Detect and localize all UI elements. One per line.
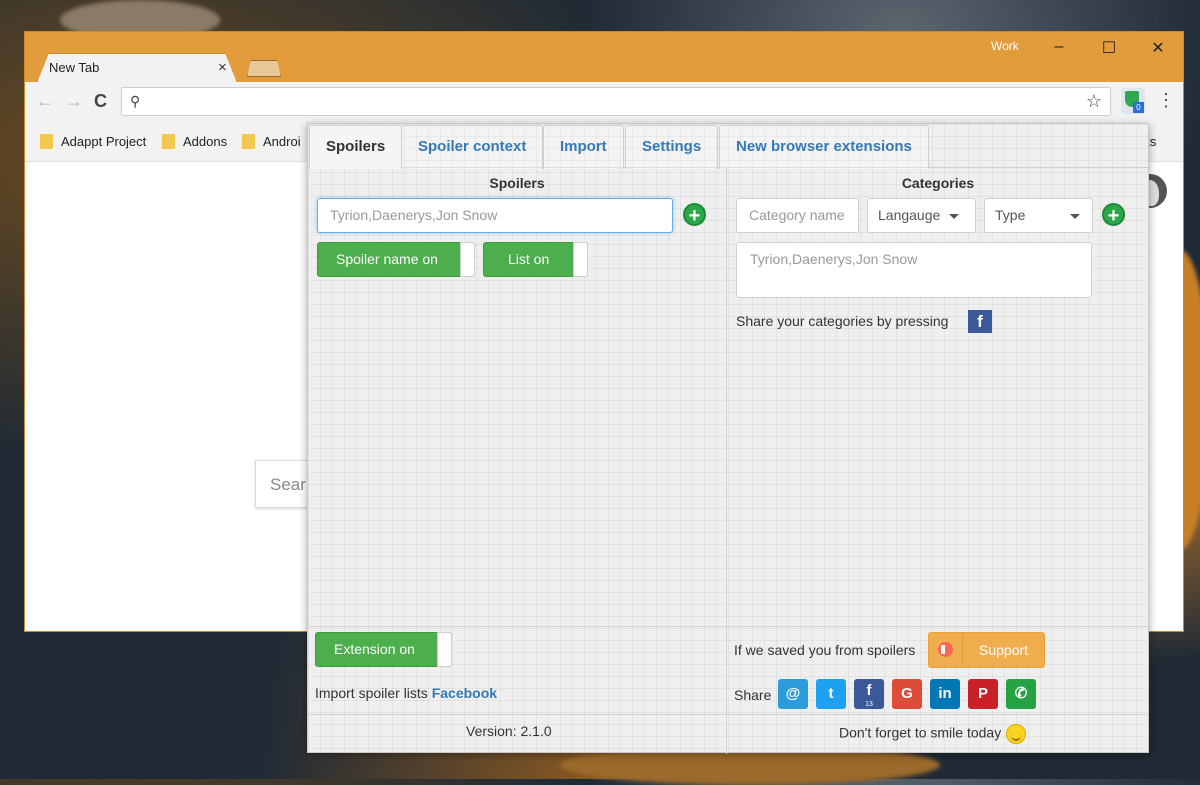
support-button[interactable]: Support	[928, 632, 1045, 668]
search-icon: ⚲	[130, 93, 141, 109]
chevron-down-icon	[1070, 214, 1080, 219]
smile-text: Don't forget to smile today	[839, 724, 1002, 741]
minimize-button[interactable]: –	[1044, 38, 1074, 56]
twitter-icon[interactable]: t	[816, 679, 846, 709]
smile-line: Don't forget to smile today	[839, 724, 1027, 744]
tab-import[interactable]: Import	[543, 125, 624, 169]
facebook-icon[interactable]: f 13	[854, 679, 884, 709]
import-lists-line: Import spoiler lists Facebook	[315, 685, 497, 701]
facebook-share-icon[interactable]: f	[968, 310, 992, 333]
facebook-link[interactable]: Facebook	[432, 685, 497, 701]
import-text: Import spoiler lists	[315, 685, 428, 701]
email-icon[interactable]: @	[778, 679, 808, 709]
footer-divider	[308, 626, 1148, 627]
category-name-input[interactable]: Category name	[736, 198, 859, 233]
tab-title: New Tab	[49, 60, 100, 75]
column-divider	[726, 168, 727, 754]
toggle-label: Spoiler name on	[336, 251, 438, 267]
add-category-button[interactable]: +	[1102, 203, 1125, 227]
categories-title: Categories	[901, 175, 975, 191]
toggle-knob	[573, 242, 588, 277]
folder-icon	[40, 134, 53, 149]
bookmark-star-icon[interactable]: ☆	[1086, 91, 1102, 112]
maximize-button[interactable]: ☐	[1094, 38, 1124, 58]
share-categories-text: Share your categories by pressing	[736, 313, 949, 329]
facebook-count: 13	[865, 701, 873, 708]
google-icon[interactable]: G	[892, 679, 922, 709]
language-select[interactable]: Langauge	[867, 198, 976, 233]
forward-arrow-icon[interactable]: →	[65, 91, 83, 112]
toggle-label: Extension on	[334, 641, 415, 657]
tab-settings[interactable]: Settings	[625, 125, 719, 169]
bookmark-item[interactable]: Androi	[242, 134, 301, 149]
chevron-down-icon	[949, 214, 959, 219]
bookmark-item[interactable]: Addons	[162, 134, 227, 149]
toggle-knob	[437, 632, 452, 667]
select-value: Type	[995, 207, 1026, 223]
extension-toggle[interactable]: Extension on	[315, 632, 452, 667]
patreon-icon	[929, 633, 963, 667]
bookmark-label: Androi	[263, 134, 301, 149]
tab-spoiler-context[interactable]: Spoiler context	[401, 125, 544, 169]
type-select[interactable]: Type	[984, 198, 1093, 233]
browser-toolbar: ← → C ⚲ ☆ 0 ⋮	[25, 82, 1183, 122]
support-label: Support	[979, 642, 1029, 658]
extension-popup: Spoilers Spoiler context Import Settings…	[307, 123, 1149, 754]
category-textarea[interactable]: Tyrion,Daenerys,Jon Snow	[736, 242, 1092, 298]
folder-icon	[162, 134, 175, 149]
select-value: Langauge	[878, 207, 941, 223]
tab-new-browser-extensions[interactable]: New browser extensions	[719, 125, 929, 169]
close-button[interactable]: ✕	[1143, 38, 1173, 58]
back-arrow-icon[interactable]: ←	[36, 91, 54, 112]
bookmark-label: Adappt Project	[61, 134, 147, 149]
version-divider	[308, 714, 1148, 715]
whatsapp-icon[interactable]: ✆	[1006, 679, 1036, 709]
popup-tabs: Spoilers Spoiler context Import Settings…	[308, 124, 1148, 169]
bookmark-item[interactable]: Adappt Project	[40, 134, 146, 149]
new-tab-button[interactable]	[247, 60, 281, 77]
tab-spoilers[interactable]: Spoilers	[309, 125, 403, 169]
pinterest-icon[interactable]: P	[968, 679, 998, 709]
profile-label[interactable]: Work	[991, 39, 1019, 53]
page-search-placeholder: Sear	[270, 475, 306, 494]
version-text: Version: 2.1.0	[466, 723, 552, 739]
smiley-icon	[1006, 724, 1027, 744]
folder-icon	[242, 134, 255, 149]
address-bar[interactable]: ⚲ ☆	[121, 87, 1111, 116]
spoiler-input[interactable]: Tyrion,Daenerys,Jon Snow	[317, 198, 673, 233]
tab-close-icon[interactable]: ×	[218, 59, 227, 76]
share-label: Share	[734, 687, 772, 703]
add-spoiler-button[interactable]: +	[683, 203, 706, 227]
list-toggle[interactable]: List on	[483, 242, 588, 277]
extension-badge: 0	[1133, 102, 1144, 113]
saved-text: If we saved you from spoilers	[734, 642, 916, 658]
extension-shield-icon[interactable]: 0	[1121, 88, 1145, 114]
menu-dots-icon[interactable]: ⋮	[1157, 90, 1175, 111]
spoilers-title: Spoilers	[489, 175, 545, 191]
reload-icon[interactable]: C	[94, 91, 107, 112]
title-bar: New Tab × Work – ☐ ✕	[25, 32, 1183, 82]
spoiler-name-toggle[interactable]: Spoiler name on	[317, 242, 475, 277]
linkedin-icon[interactable]: in	[930, 679, 960, 709]
toggle-knob	[460, 242, 475, 277]
bookmark-label: Addons	[183, 134, 228, 149]
toggle-label: List on	[508, 251, 550, 267]
